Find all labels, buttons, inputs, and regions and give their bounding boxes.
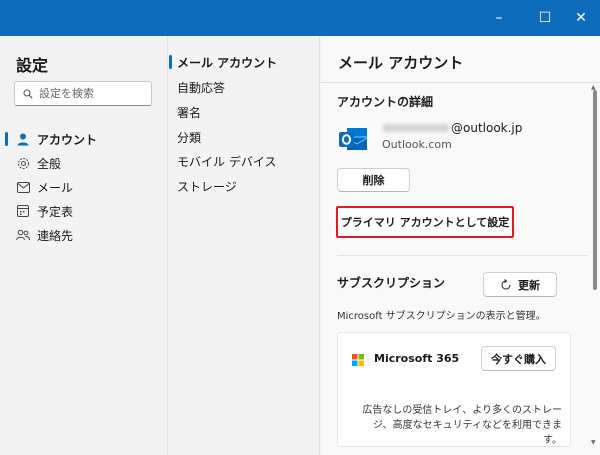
settings-search[interactable] <box>14 81 152 106</box>
settings-title: 設定 <box>16 56 49 75</box>
nav-item-account[interactable]: アカウント <box>0 127 160 151</box>
account-type: Outlook.com <box>382 138 452 151</box>
subscription-description: Microsoft サブスクリプションの表示と管理。 <box>337 311 546 322</box>
account-email: @outlook.jp <box>382 121 522 135</box>
person-icon <box>16 132 30 146</box>
microsoft-logo-icon <box>352 354 364 366</box>
header-divider <box>321 82 600 83</box>
nav-item-mail[interactable]: メール <box>0 175 160 199</box>
submenu-item-mobile-devices[interactable]: モバイル デバイス <box>177 153 276 170</box>
nav-item-label: アカウント <box>37 132 98 147</box>
account-details-title: アカウントの詳細 <box>337 95 434 109</box>
close-button[interactable]: ✕ <box>562 0 600 36</box>
submenu-item-auto-replies[interactable]: 自動応答 <box>177 79 225 96</box>
settings-search-input[interactable] <box>39 87 144 100</box>
content-pane: メール アカウント アカウントの詳細 @outlook.jp Outlook.c… <box>321 36 600 455</box>
buy-now-button[interactable]: 今すぐ購入 <box>481 346 556 371</box>
refresh-button[interactable]: 更新 <box>483 272 557 297</box>
nav-item-label: 連絡先 <box>37 228 74 243</box>
subscription-title: サブスクリプション <box>337 276 446 290</box>
settings-nav: 設定 アカウント 全般 メール 予定表 連絡先 <box>0 36 168 455</box>
section-divider <box>337 255 587 256</box>
email-domain: @outlook.jp <box>451 121 523 135</box>
outlook-icon <box>339 128 368 150</box>
page-title: メール アカウント <box>338 54 464 72</box>
nav-item-label: 予定表 <box>37 204 74 219</box>
submenu-item-mail-accounts[interactable]: メール アカウント <box>168 54 277 71</box>
delete-button[interactable]: 削除 <box>337 168 410 192</box>
search-icon <box>23 88 33 99</box>
submenu-item-categories[interactable]: 分類 <box>177 129 201 146</box>
set-primary-account-button[interactable]: プライマリ アカウントとして設定 <box>336 206 514 238</box>
nav-item-general[interactable]: 全般 <box>0 151 160 175</box>
refresh-label: 更新 <box>518 278 540 292</box>
gear-icon <box>16 156 30 170</box>
people-icon <box>16 228 30 242</box>
product-description-line: 広告なしの受信トレイ、より多くのストレー <box>362 405 562 416</box>
minimize-button[interactable]: – <box>476 0 522 36</box>
redacted-username <box>382 124 450 132</box>
nav-item-label: メール <box>37 180 74 195</box>
nav-item-calendar[interactable]: 予定表 <box>0 199 160 223</box>
title-bar: – ☐ ✕ <box>0 0 600 36</box>
submenu-item-storage[interactable]: ストレージ <box>177 178 237 195</box>
refresh-icon <box>500 278 512 291</box>
product-description-line: ジ、高度なセキュリティなどを利用できます。 <box>372 420 562 446</box>
nav-item-label: 全般 <box>37 156 62 171</box>
submenu-item-signatures[interactable]: 署名 <box>177 104 201 121</box>
nav-item-contacts[interactable]: 連絡先 <box>0 223 160 247</box>
mail-icon <box>16 180 30 194</box>
scroll-down-arrow-icon[interactable]: ▼ <box>591 439 596 446</box>
calendar-icon <box>16 204 30 218</box>
subscription-card: Microsoft 365 今すぐ購入 広告なしの受信トレイ、より多くのストレー… <box>337 332 571 447</box>
product-description: 広告なしの受信トレイ、より多くのストレー ジ、高度なセキュリティなどを利用できま… <box>358 403 562 448</box>
scrollbar-thumb[interactable] <box>593 90 597 290</box>
account-submenu: メール アカウント 自動応答 署名 分類 モバイル デバイス ストレージ <box>168 36 320 455</box>
product-name: Microsoft 365 <box>374 352 460 365</box>
